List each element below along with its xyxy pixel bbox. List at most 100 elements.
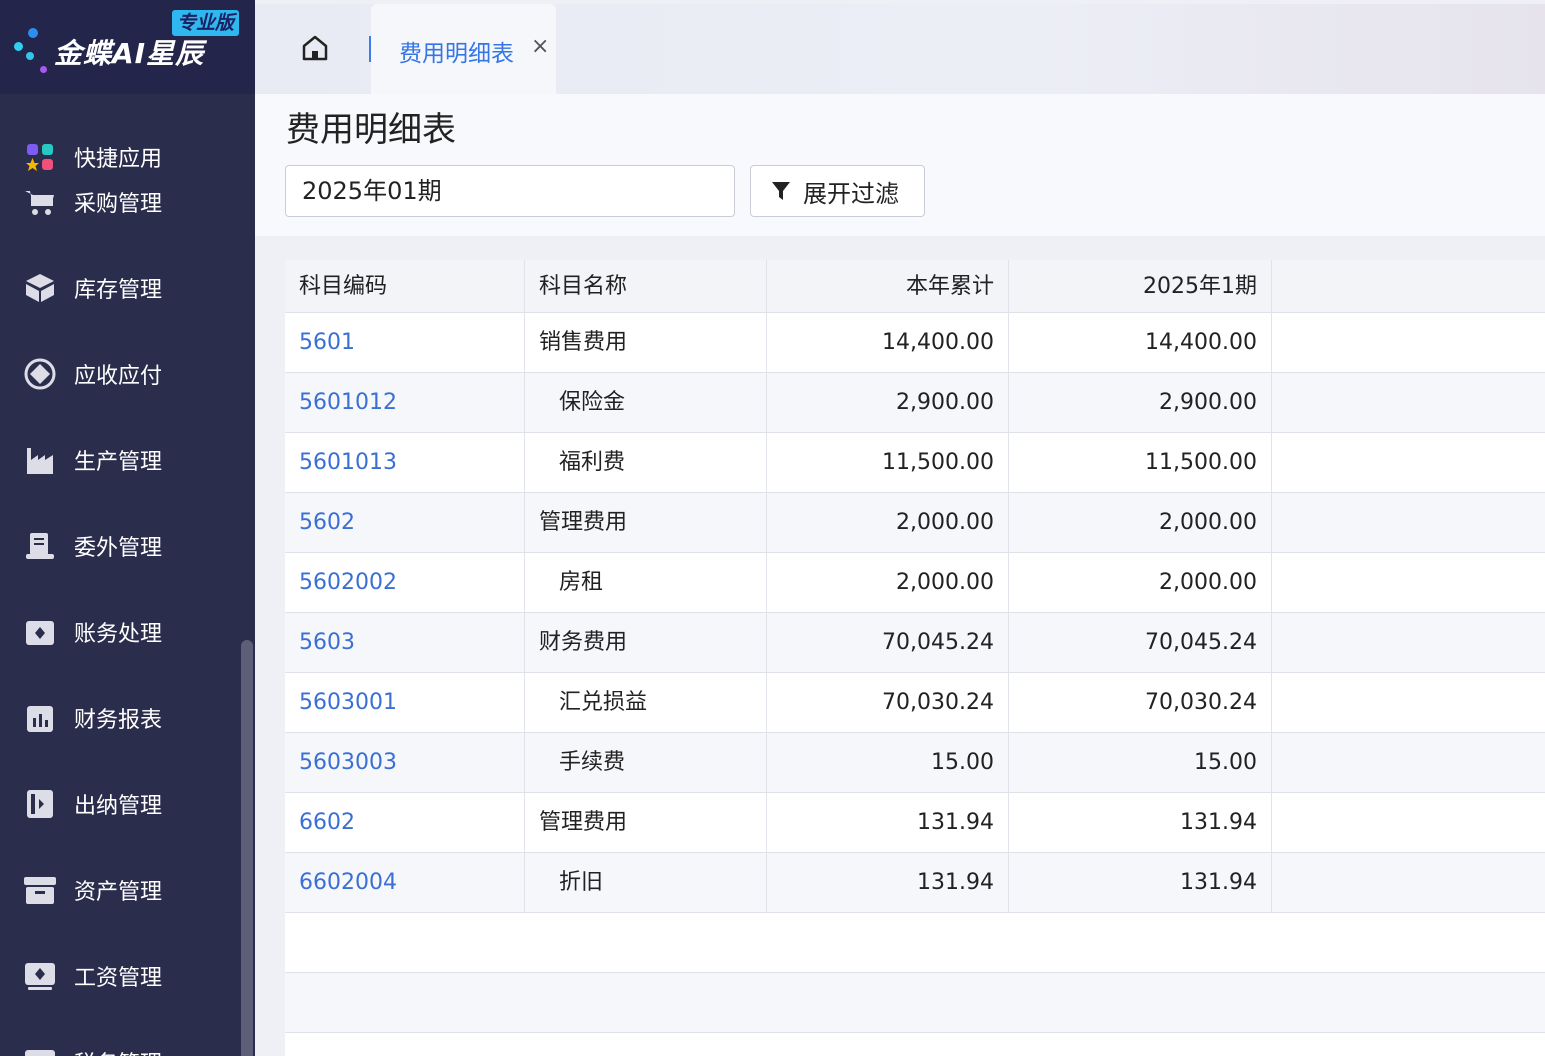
account-code-link[interactable]: 5601013 bbox=[285, 433, 525, 492]
table-header: 科目编码 科目名称 本年累计 2025年1期 bbox=[285, 260, 1545, 313]
col-header-empty bbox=[1272, 260, 1545, 313]
table-row[interactable] bbox=[285, 973, 1545, 1033]
empty-cell bbox=[1272, 313, 1545, 372]
sidebar-item-inventory[interactable]: 库存管理 bbox=[0, 268, 240, 308]
factory-icon bbox=[22, 442, 58, 478]
year-total-cell: 2,000.00 bbox=[767, 493, 1009, 552]
sidebar-scrollbar[interactable] bbox=[241, 640, 253, 1056]
col-header-year-total[interactable]: 本年累计 bbox=[767, 260, 1009, 313]
expand-filter-button[interactable]: 展开过滤 bbox=[750, 165, 925, 217]
account-name-cell: 管理费用 bbox=[525, 793, 767, 852]
sidebar-item-label: 生产管理 bbox=[74, 450, 163, 475]
sidebar-item-quick-apps[interactable]: 快捷应用 bbox=[0, 137, 240, 177]
expense-table: 科目编码 科目名称 本年累计 2025年1期 5601 销售费用 14,400.00… bbox=[285, 260, 1545, 1056]
exchange-icon bbox=[22, 356, 58, 392]
year-total-cell: 70,030.24 bbox=[767, 673, 1009, 732]
year-total-cell: 11,500.00 bbox=[767, 433, 1009, 492]
apps-grid-icon bbox=[22, 139, 58, 175]
page-header: 费用明细表 2025年01期 展开过滤 bbox=[255, 94, 1545, 236]
logo[interactable]: 金蝶AI星辰 专业版 bbox=[0, 0, 255, 94]
app-name: 金蝶AI星辰 bbox=[54, 37, 205, 70]
account-code-link[interactable]: 5602 bbox=[285, 493, 525, 552]
sidebar-item-financial-reports[interactable]: 财务报表 bbox=[0, 698, 240, 738]
account-code-link[interactable]: 5603003 bbox=[285, 733, 525, 792]
ledger-icon bbox=[22, 614, 58, 650]
table-row[interactable]: 5601012 保险金 2,900.00 2,900.00 bbox=[285, 373, 1545, 433]
account-name-cell: 汇兑损益 bbox=[525, 673, 767, 732]
table-row[interactable] bbox=[285, 913, 1545, 973]
box-icon bbox=[22, 270, 58, 306]
account-code-link[interactable]: 5601 bbox=[285, 313, 525, 372]
sidebar-item-cashier[interactable]: 出纳管理 bbox=[0, 784, 240, 824]
cashier-icon bbox=[22, 786, 58, 822]
page-title: 费用明细表 bbox=[286, 110, 456, 150]
account-name-cell: 福利费 bbox=[525, 433, 767, 492]
period-amount-cell: 131.94 bbox=[1009, 793, 1272, 852]
sidebar-item-assets[interactable]: 资产管理 bbox=[0, 870, 240, 910]
sidebar-item-outsourcing[interactable]: 委外管理 bbox=[0, 526, 240, 566]
account-code-link[interactable]: 6602 bbox=[285, 793, 525, 852]
empty-cell bbox=[1272, 373, 1545, 432]
col-header-code[interactable]: 科目编码 bbox=[285, 260, 525, 313]
table-row[interactable]: 5601 销售费用 14,400.00 14,400.00 bbox=[285, 313, 1545, 373]
empty-cell bbox=[1272, 433, 1545, 492]
year-total-cell: 14,400.00 bbox=[767, 313, 1009, 372]
account-name-cell: 保险金 bbox=[525, 373, 767, 432]
account-code-link[interactable]: 5603001 bbox=[285, 673, 525, 732]
sidebar-item-label: 应收应付 bbox=[74, 364, 163, 389]
account-code-link[interactable]: 5602002 bbox=[285, 553, 525, 612]
year-total-cell: 131.94 bbox=[767, 853, 1009, 912]
tax-icon bbox=[22, 1044, 58, 1056]
period-amount-cell: 70,045.24 bbox=[1009, 613, 1272, 672]
table-row[interactable]: 5601013 福利费 11,500.00 11,500.00 bbox=[285, 433, 1545, 493]
period-amount-cell: 14,400.00 bbox=[1009, 313, 1272, 372]
empty-cell bbox=[1272, 793, 1545, 852]
sidebar-item-label: 快捷应用 bbox=[74, 147, 163, 172]
col-header-name[interactable]: 科目名称 bbox=[525, 260, 767, 313]
year-total-cell: 2,000.00 bbox=[767, 553, 1009, 612]
year-total-cell: 2,900.00 bbox=[767, 373, 1009, 432]
period-amount-cell: 2,900.00 bbox=[1009, 373, 1272, 432]
table-row[interactable]: 6602004 折旧 131.94 131.94 bbox=[285, 853, 1545, 913]
table-row[interactable]: 5602 管理费用 2,000.00 2,000.00 bbox=[285, 493, 1545, 553]
sidebar-item-label: 采购管理 bbox=[74, 192, 163, 217]
sidebar-item-tax[interactable]: 税务管理 bbox=[0, 1042, 240, 1056]
year-total-cell: 15.00 bbox=[767, 733, 1009, 792]
account-code-link[interactable]: 5601012 bbox=[285, 373, 525, 432]
table-row[interactable]: 6602 管理费用 131.94 131.94 bbox=[285, 793, 1545, 853]
table-row[interactable]: 5603003 手续费 15.00 15.00 bbox=[285, 733, 1545, 793]
home-icon[interactable] bbox=[301, 34, 329, 62]
table-row[interactable]: 5603 财务费用 70,045.24 70,045.24 bbox=[285, 613, 1545, 673]
sidebar-item-label: 资产管理 bbox=[74, 880, 163, 905]
empty-cell bbox=[1272, 613, 1545, 672]
sidebar-item-label: 财务报表 bbox=[74, 708, 163, 733]
account-code-link[interactable]: 5603 bbox=[285, 613, 525, 672]
salary-icon bbox=[22, 958, 58, 994]
filter-button-label: 展开过滤 bbox=[803, 179, 899, 208]
sidebar-item-label: 账务处理 bbox=[74, 622, 163, 647]
empty-cell bbox=[1272, 673, 1545, 732]
tab-expense-detail[interactable]: 费用明细表 × bbox=[371, 4, 556, 94]
account-name-cell: 销售费用 bbox=[525, 313, 767, 372]
sidebar-item-production[interactable]: 生产管理 bbox=[0, 440, 240, 480]
cart-icon bbox=[22, 184, 58, 220]
account-name-cell: 折旧 bbox=[525, 853, 767, 912]
col-header-period[interactable]: 2025年1期 bbox=[1009, 260, 1272, 313]
account-name-cell: 财务费用 bbox=[525, 613, 767, 672]
sidebar-item-label: 工资管理 bbox=[74, 966, 163, 991]
account-name-cell: 房租 bbox=[525, 553, 767, 612]
tab-label: 费用明细表 bbox=[399, 41, 514, 67]
close-icon[interactable]: × bbox=[531, 34, 549, 59]
table-row[interactable]: 5603001 汇兑损益 70,030.24 70,030.24 bbox=[285, 673, 1545, 733]
account-name-cell: 手续费 bbox=[525, 733, 767, 792]
account-code-link[interactable]: 6602004 bbox=[285, 853, 525, 912]
empty-cell bbox=[1272, 553, 1545, 612]
table-row[interactable]: 5602002 房租 2,000.00 2,000.00 bbox=[285, 553, 1545, 613]
sidebar-item-purchasing[interactable]: 采购管理 bbox=[0, 182, 240, 222]
sidebar-item-payroll[interactable]: 工资管理 bbox=[0, 956, 240, 996]
period-amount-cell: 70,030.24 bbox=[1009, 673, 1272, 732]
account-name-cell: 管理费用 bbox=[525, 493, 767, 552]
period-select[interactable]: 2025年01期 bbox=[285, 165, 735, 217]
sidebar-item-accounting[interactable]: 账务处理 bbox=[0, 612, 240, 652]
sidebar-item-receivables[interactable]: 应收应付 bbox=[0, 354, 240, 394]
